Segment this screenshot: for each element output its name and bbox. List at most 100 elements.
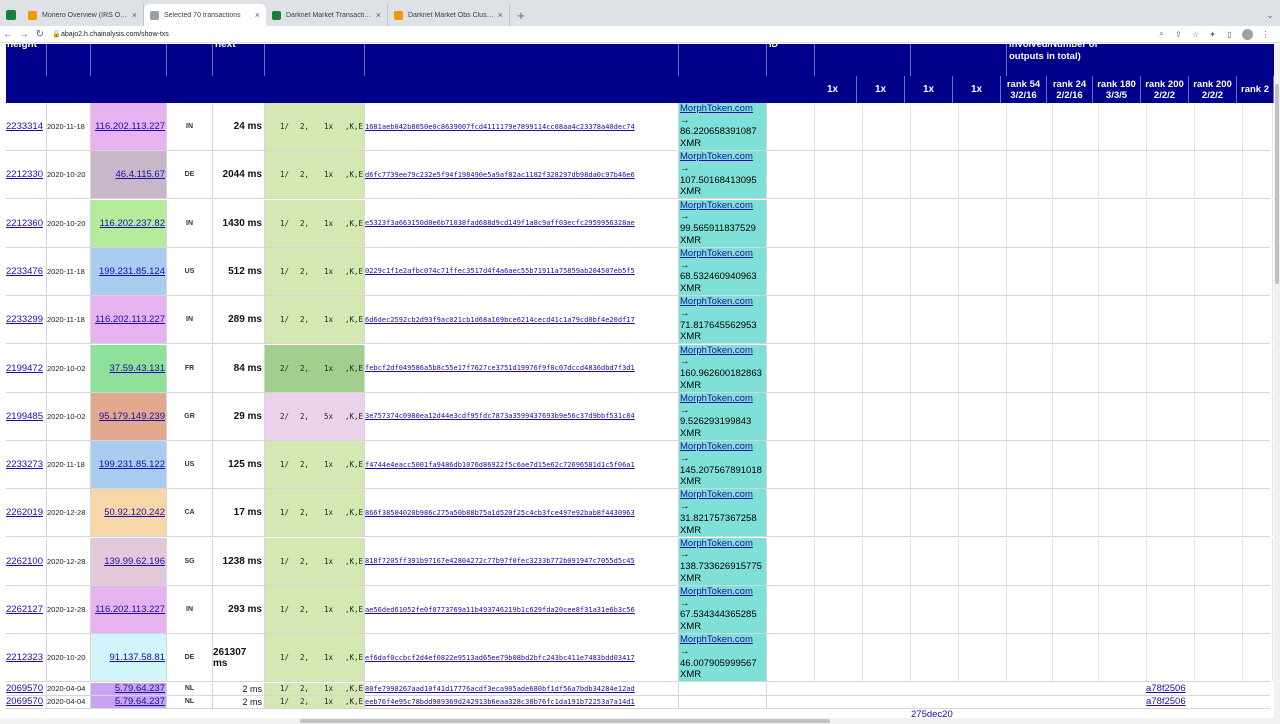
exchange-link[interactable]: MorphToken.com — [680, 538, 753, 549]
col-header[interactable]: rank 200 2/2/2 — [1141, 76, 1189, 103]
col-header[interactable]: 1x — [809, 76, 857, 103]
new-tab-button[interactable]: + — [510, 4, 532, 26]
browser-tab[interactable]: Darknet Market Transactions × — [266, 4, 388, 26]
tx-hash-link[interactable]: ef6daf0ccbcf2d4ef0822e9513ad65ee79b08bd2… — [365, 654, 635, 662]
height-link[interactable]: 2199485 — [6, 411, 43, 422]
height-link[interactable]: 2262019 — [6, 507, 43, 518]
ip-link[interactable]: 37.59.43.131 — [110, 363, 165, 374]
height-link[interactable]: 2233273 — [6, 459, 43, 470]
tx-hash-link[interactable]: f4744e4eacc5001fa9486db1076d86922f5c6ae7… — [365, 461, 635, 469]
ip-link[interactable]: 91.137.58.81 — [110, 652, 165, 663]
chevron-down-icon[interactable]: ⌄ — [1260, 4, 1280, 26]
col-header[interactable]: 1x — [857, 76, 905, 103]
col-header[interactable]: rank 200 2/2/2 — [1189, 76, 1237, 103]
browser-tab[interactable]: Monero Overview (IRS Office... × — [22, 4, 144, 26]
empty-cell — [1053, 441, 1099, 489]
extensions-icon[interactable]: ✦ — [1208, 30, 1217, 39]
height-link[interactable]: 2069570 — [6, 696, 43, 707]
pattern-token: 1x — [324, 697, 334, 707]
horizontal-scrollbar[interactable] — [0, 718, 1280, 724]
height-link[interactable]: 2199472 — [6, 363, 43, 374]
col-header[interactable]: rank 54 3/2/16 — [1001, 76, 1047, 103]
col-header-involved[interactable]: involved/Number of outputs in total) — [1009, 44, 1099, 62]
ip-link[interactable]: 116.202.113.227 — [95, 121, 165, 132]
col-header[interactable]: 1x — [905, 76, 953, 103]
close-icon[interactable]: × — [255, 10, 260, 20]
close-icon[interactable]: × — [376, 10, 381, 20]
ip-link[interactable]: 116.202.113.227 — [95, 604, 165, 615]
exchange-link[interactable]: MorphToken.com — [680, 586, 753, 597]
tx-hash-link[interactable]: 80fe7998267aad10f41d17776acdf3eca905ade6… — [365, 685, 635, 693]
tx-hash-link[interactable]: 3e757374c0980ea12d44e3cdf95fdc7873a35994… — [365, 412, 635, 420]
tx-hash-link[interactable]: 6d6dec2592cb2d93f9ac021cb1d68a169bce6214… — [365, 316, 635, 324]
ip-link[interactable]: 116.202.237.82 — [100, 218, 165, 229]
sidebar-icon[interactable]: ▯ — [1225, 30, 1234, 39]
ip-link[interactable]: 5.79.64.237 — [115, 683, 165, 694]
tx-hash-link[interactable]: febcf2df049586a5b8c55e17f7627ce3751d1997… — [365, 364, 635, 372]
exchange-link[interactable]: MorphToken.com — [680, 634, 753, 645]
cluster-link[interactable]: a78f2506 — [1146, 683, 1186, 694]
vertical-scrollbar[interactable] — [1274, 44, 1280, 718]
reload-icon[interactable]: ↻ — [32, 29, 48, 40]
height-link[interactable]: 2069570 — [6, 683, 43, 694]
height-link[interactable]: 2262100 — [6, 556, 43, 567]
tx-hash-link[interactable]: e5323f3a663150d0e6b71038fad688d9cd149f1a… — [365, 219, 635, 227]
col-header-id[interactable]: ID — [769, 44, 778, 49]
cluster-link[interactable]: a78f2506 — [1146, 696, 1186, 707]
col-header[interactable]: rank 180 3/3/5 — [1093, 76, 1141, 103]
exchange-link[interactable]: MorphToken.com — [680, 441, 753, 452]
ip-link[interactable]: 95.179.149.239 — [99, 411, 165, 422]
browser-tab[interactable]: Selected 70 transactions × — [144, 4, 266, 26]
profile-avatar[interactable] — [1242, 28, 1253, 40]
height-link[interactable]: 2233299 — [6, 314, 43, 325]
tx-hash-link[interactable]: 0229c1f1e2afbc074c71ffec3517d4f4a6aec55b… — [365, 267, 635, 275]
tx-hash-link[interactable]: 866f38504020b986c275a50b88b75a1d520f25c4… — [365, 509, 635, 517]
exchange-link[interactable]: MorphToken.com — [680, 103, 753, 114]
height-link[interactable]: 2233314 — [6, 121, 43, 132]
close-icon[interactable]: × — [132, 10, 137, 20]
forward-icon[interactable]: → — [16, 29, 32, 40]
address-bar[interactable]: 🔒 abajo2.h.chainalysis.com/show-txs — [52, 27, 1157, 41]
col-header[interactable]: rank 24 2/2/16 — [1047, 76, 1093, 103]
exchange-link[interactable]: MorphToken.com — [680, 200, 753, 211]
exchange-link[interactable]: MorphToken.com — [680, 393, 753, 404]
share-icon[interactable]: ⇪ — [1174, 30, 1183, 39]
height-link[interactable]: 2233476 — [6, 266, 43, 277]
menu-icon[interactable]: ⋮ — [1261, 30, 1270, 39]
tx-hash-link[interactable]: 818f7205ff391b97167e42804272c77b97f0fec3… — [365, 557, 635, 565]
table-row: 2233273 2020-11-18 199.231.85.122 US 125 ms 1… — [6, 441, 1273, 490]
ip-link[interactable]: 139.99.62.196 — [104, 556, 165, 567]
latency: 84 ms — [213, 344, 265, 392]
tx-hash-link[interactable]: d6fc7739ee79c232e5f94f198490e5a9af82ac11… — [365, 171, 635, 179]
tx-hash-link[interactable]: eeb76f4e95c78bdd989369d242913b6eaa328c38… — [365, 698, 635, 706]
exchange-link[interactable]: MorphToken.com — [680, 345, 753, 356]
ip-link[interactable]: 50.92.120.242 — [104, 507, 165, 518]
height-link[interactable]: 2212323 — [6, 652, 43, 663]
col-header-next[interactable]: next — [215, 44, 236, 50]
ip-link[interactable]: 46.4.115.67 — [116, 169, 165, 180]
close-icon[interactable]: × — [498, 10, 503, 20]
ip-link[interactable]: 116.202.113.227 — [95, 314, 165, 325]
col-header[interactable]: rank 2 — [1237, 76, 1274, 103]
ip-link[interactable]: 5.79.64.237 — [115, 696, 165, 707]
pinned-tab[interactable] — [0, 4, 22, 26]
height-link[interactable]: 2212330 — [6, 169, 43, 180]
back-icon[interactable]: ← — [0, 29, 16, 40]
pattern-cell: 1/2, 1x ,K,E — [265, 695, 365, 708]
ip-link[interactable]: 199.231.85.122 — [99, 459, 165, 470]
height-link[interactable]: 2212360 — [6, 218, 43, 229]
col-header-height[interactable]: height — [7, 44, 37, 50]
ip-link[interactable]: 199.231.85.124 — [99, 266, 165, 277]
height-link[interactable]: 2262127 — [6, 604, 43, 615]
exchange-link[interactable]: MorphToken.com — [680, 248, 753, 259]
browser-tab[interactable]: Darknet Market Obs Clusters × — [388, 4, 510, 26]
empty-cell — [1099, 537, 1147, 585]
exchange-link[interactable]: MorphToken.com — [680, 296, 753, 307]
tx-hash-link[interactable]: 1681aeb042b8050e0c8639007fcd4111179e7899… — [365, 123, 635, 131]
col-header[interactable]: 1x — [953, 76, 1001, 103]
bookmark-star-icon[interactable]: ☆ — [1191, 30, 1200, 39]
zoom-icon[interactable]: ⌕ — [1157, 29, 1166, 39]
exchange-link[interactable]: MorphToken.com — [680, 489, 753, 500]
exchange-link[interactable]: MorphToken.com — [680, 151, 753, 162]
tx-hash-link[interactable]: ae56ded61052fe0f0773769a11b493746219b1c6… — [365, 606, 635, 614]
